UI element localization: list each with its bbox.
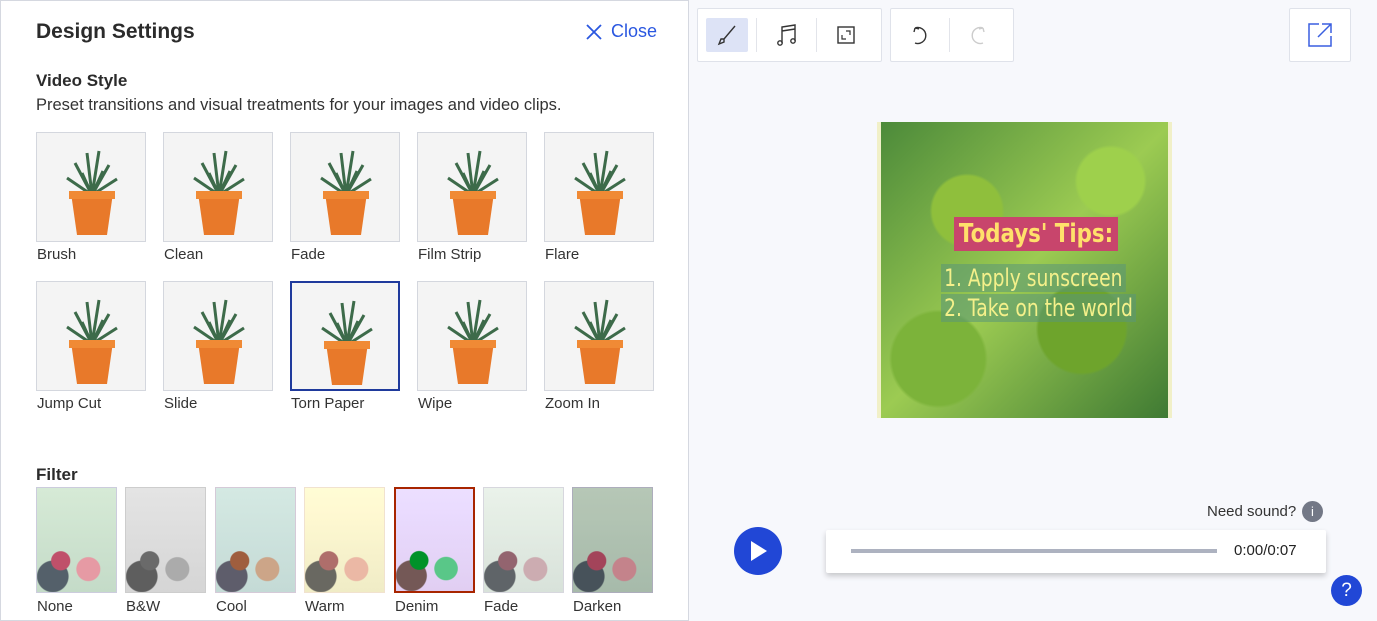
- video-style-heading: Video Style: [36, 71, 128, 90]
- history-toolbar: [890, 8, 1014, 62]
- video-style-label: Zoom In: [545, 395, 601, 412]
- video-style-flare[interactable]: [544, 132, 654, 242]
- undo-button[interactable]: [899, 18, 941, 52]
- music-button[interactable]: [765, 18, 807, 52]
- video-preview[interactable]: Todays' Tips: 1. Apply sunscreen 2. Take…: [877, 122, 1172, 418]
- close-button[interactable]: Close: [585, 21, 657, 42]
- video-style-label: Brush: [37, 246, 77, 263]
- video-style-label: Slide: [164, 395, 198, 412]
- music-note-icon: [776, 24, 796, 46]
- preview-line-1: 1. Apply sunscreen: [941, 264, 1126, 292]
- resize-button[interactable]: [825, 18, 867, 52]
- help-button[interactable]: ?: [1331, 575, 1362, 606]
- design-button[interactable]: [706, 18, 749, 52]
- video-style-label: Fade: [291, 246, 326, 263]
- filter-warm[interactable]: [304, 487, 385, 593]
- filter-denim[interactable]: [394, 487, 475, 593]
- share-button[interactable]: [1289, 8, 1351, 62]
- video-style-label: Jump Cut: [37, 395, 102, 412]
- brush-icon: [717, 25, 736, 46]
- filter-label: None: [37, 598, 73, 615]
- play-icon: [751, 541, 767, 561]
- video-style-film-strip[interactable]: [417, 132, 527, 242]
- filter-fade[interactable]: [483, 487, 564, 593]
- video-style-jump-cut[interactable]: [36, 281, 146, 391]
- video-style-label: Film Strip: [418, 246, 482, 263]
- video-style-label: Torn Paper: [291, 395, 365, 412]
- undo-icon: [913, 26, 927, 45]
- video-style-wipe[interactable]: [417, 281, 527, 391]
- filter-label: Darken: [573, 598, 622, 615]
- video-style-fade[interactable]: [290, 132, 400, 242]
- preview-line-2: 2. Take on the world: [941, 294, 1136, 322]
- panel-title: Design Settings: [36, 20, 195, 43]
- video-style-label: Clean: [164, 246, 204, 263]
- edit-toolbar: [697, 8, 882, 62]
- filter-darken[interactable]: [572, 487, 653, 593]
- filter-bw[interactable]: [125, 487, 206, 593]
- time-readout: 0:00/0:07: [1234, 542, 1297, 559]
- play-button[interactable]: [734, 527, 782, 575]
- video-style-torn-paper[interactable]: [290, 281, 400, 391]
- filter-heading: Filter: [36, 465, 78, 484]
- video-style-zoom-in[interactable]: [544, 281, 654, 391]
- info-icon[interactable]: i: [1302, 501, 1323, 522]
- filter-label: Warm: [305, 598, 345, 615]
- video-style-label: Flare: [545, 246, 580, 263]
- design-settings-panel: Design Settings Close Video Style Preset…: [0, 0, 689, 621]
- progress-track[interactable]: [851, 549, 1217, 553]
- redo-button[interactable]: [957, 18, 999, 52]
- resize-icon: [837, 26, 855, 44]
- video-style-slide[interactable]: [163, 281, 273, 391]
- video-style-clean[interactable]: [163, 132, 273, 242]
- video-style-label: Wipe: [418, 395, 453, 412]
- filter-label: Fade: [484, 598, 519, 615]
- redo-icon: [971, 26, 985, 45]
- video-style-description: Preset transitions and visual treatments…: [36, 96, 562, 114]
- audio-player: 0:00/0:07: [826, 530, 1326, 573]
- filter-none[interactable]: [36, 487, 117, 593]
- close-label: Close: [611, 21, 658, 41]
- filter-label: Denim: [395, 598, 439, 615]
- close-icon: [586, 23, 602, 40]
- need-sound-label: Need sound?: [1207, 503, 1297, 520]
- filter-label: Cool: [216, 598, 247, 615]
- share-icon: [1308, 23, 1332, 47]
- filter-label: B&W: [126, 598, 161, 615]
- preview-title: Todays' Tips:: [954, 217, 1119, 251]
- filter-cool[interactable]: [215, 487, 296, 593]
- video-style-brush[interactable]: [36, 132, 146, 242]
